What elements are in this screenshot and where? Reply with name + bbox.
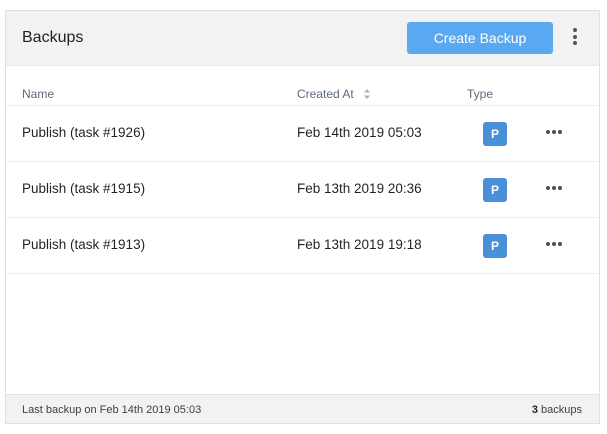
- column-header-created-at[interactable]: Created At: [297, 87, 354, 101]
- type-badge: P: [483, 122, 507, 146]
- kebab-vertical-icon[interactable]: [568, 28, 582, 48]
- backup-name: Publish (task #1926): [22, 125, 146, 140]
- table-row[interactable]: Publish (task #1915) Feb 13th 2019 20:36…: [6, 162, 599, 218]
- sort-icon[interactable]: [363, 89, 371, 99]
- table-row[interactable]: Publish (task #1926) Feb 14th 2019 05:03…: [6, 106, 599, 162]
- more-horizontal-icon[interactable]: [546, 242, 564, 250]
- panel-footer: Last backup on Feb 14th 2019 05:03 3 bac…: [6, 394, 599, 423]
- type-badge: P: [483, 178, 507, 202]
- backup-name: Publish (task #1913): [22, 237, 146, 252]
- backup-count-label: backups: [541, 404, 582, 416]
- panel-title: Backups: [22, 29, 84, 46]
- backup-name: Publish (task #1915): [22, 181, 146, 196]
- backup-created-at: Feb 14th 2019 05:03: [297, 125, 422, 140]
- last-backup-text: Last backup on Feb 14th 2019 05:03: [22, 404, 202, 416]
- backup-count-number: 3: [531, 404, 538, 416]
- backup-created-at: Feb 13th 2019 20:36: [297, 181, 422, 196]
- create-backup-button[interactable]: Create Backup: [407, 22, 553, 54]
- column-header-type: Type: [467, 87, 494, 101]
- type-badge: P: [483, 234, 507, 258]
- backup-count: 3 backups: [532, 404, 582, 416]
- more-horizontal-icon[interactable]: [546, 186, 564, 194]
- backup-created-at: Feb 13th 2019 19:18: [297, 237, 422, 252]
- column-header-name[interactable]: Name: [22, 87, 54, 101]
- more-horizontal-icon[interactable]: [546, 130, 564, 138]
- backups-panel: Backups Create Backup Name Created At Ty…: [5, 10, 600, 424]
- table-row[interactable]: Publish (task #1913) Feb 13th 2019 19:18…: [6, 218, 599, 274]
- panel-header: Backups Create Backup: [6, 11, 599, 66]
